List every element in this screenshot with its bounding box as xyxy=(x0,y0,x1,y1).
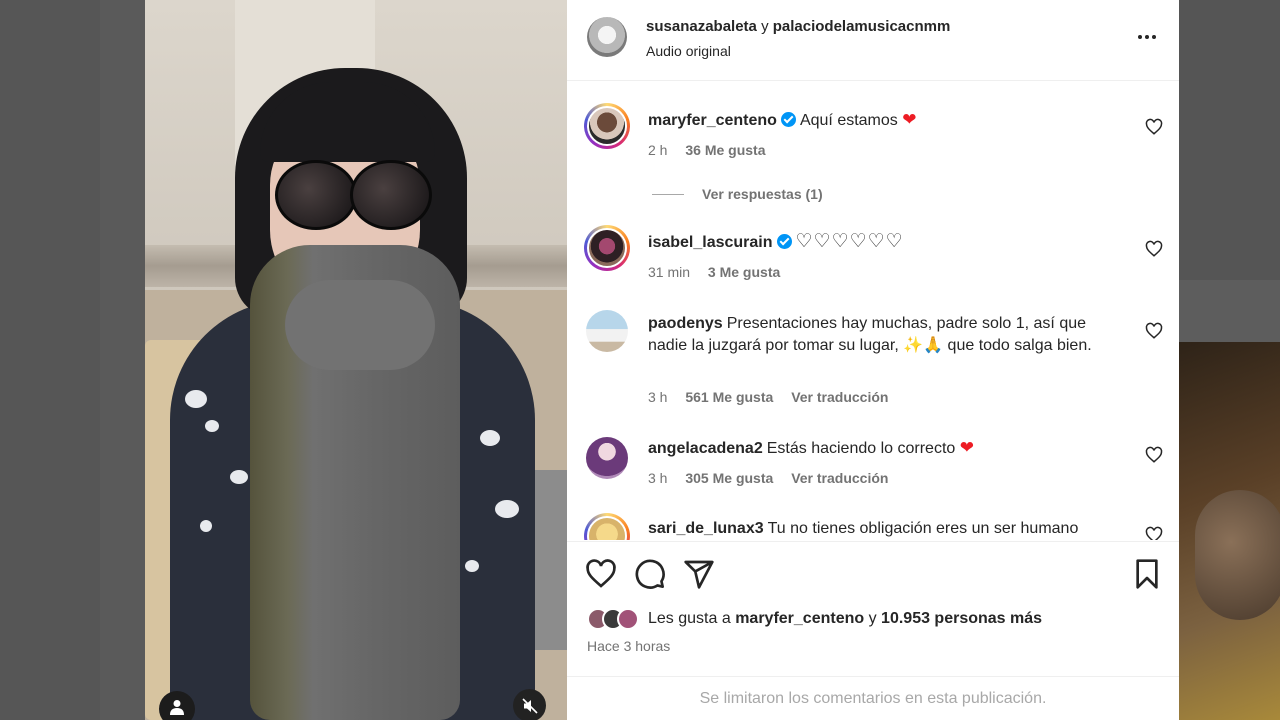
translate-button[interactable]: Ver traducción xyxy=(791,389,888,405)
comment-time: 3 h xyxy=(648,389,668,405)
red-heart-emoji: ❤ xyxy=(959,438,974,457)
view-replies-label: Ver respuestas (1) xyxy=(702,186,823,202)
likes-summary: Les gusta a maryfer_centeno y 10.953 per… xyxy=(587,608,1042,630)
red-heart-emoji: ❤ xyxy=(902,110,917,129)
comment-body: maryfer_centeno Aquí estamos ❤ xyxy=(648,109,1118,132)
audio-link[interactable]: Audio original xyxy=(646,43,731,59)
heart-icon[interactable] xyxy=(1145,526,1163,540)
user-icon xyxy=(170,700,184,715)
comment-avatar[interactable] xyxy=(584,513,630,540)
author-link-2[interactable]: palaciodelamusicacnmm xyxy=(773,18,951,35)
post-header: susanazabaleta y palaciodelamusicacnmm A… xyxy=(567,0,1179,81)
comment-icon[interactable] xyxy=(634,558,666,590)
shirt-splat xyxy=(185,390,207,408)
reel-video[interactable] xyxy=(145,0,567,720)
background-photo-person xyxy=(1195,490,1280,620)
liker-avatar xyxy=(617,608,639,630)
post-authors: susanazabaleta y palaciodelamusicacnmm xyxy=(646,18,950,35)
shirt-splat xyxy=(205,420,219,432)
comment-text: Tu no tienes obligación eres un ser huma… xyxy=(767,520,1079,537)
heart-icon[interactable] xyxy=(1145,118,1163,136)
author-link-1[interactable]: susanazabaleta xyxy=(646,18,757,35)
comment-body: angelacadena2 Estás haciendo lo correcto … xyxy=(648,437,1118,460)
comment-text: Estás haciendo lo correcto xyxy=(766,440,956,457)
verified-icon xyxy=(776,234,792,249)
comment-body: sari_de_lunax3 Tu no tienes obligación er… xyxy=(648,518,1118,540)
more-icon xyxy=(1138,35,1156,39)
post-time: Hace 3 horas xyxy=(587,638,671,654)
heart-icon[interactable] xyxy=(585,558,617,590)
heart-icon[interactable] xyxy=(1145,240,1163,258)
comment-likes[interactable]: 3 Me gusta xyxy=(708,264,780,280)
comment-time: 2 h xyxy=(648,142,668,158)
post-actions: Les gusta a maryfer_centeno y 10.953 per… xyxy=(567,541,1179,676)
more-options-button[interactable] xyxy=(1132,25,1162,49)
sunglasses-left xyxy=(275,160,357,230)
likes-join: y xyxy=(868,610,877,627)
author-avatar[interactable] xyxy=(587,17,627,57)
comment-meta: 2 h 36 Me gusta xyxy=(648,142,780,158)
mute-icon xyxy=(521,697,538,714)
comment-likes[interactable]: 36 Me gusta xyxy=(685,142,765,158)
bookmark-icon[interactable] xyxy=(1131,558,1163,590)
likes-count-link[interactable]: 10.953 personas más xyxy=(881,610,1042,627)
comments-list[interactable]: maryfer_centeno Aquí estamos ❤ 2 h 36 Me … xyxy=(567,82,1179,540)
comment-avatar[interactable] xyxy=(584,225,630,271)
likes-text: Les gusta a maryfer_centeno y 10.953 per… xyxy=(648,610,1042,628)
background-left-column xyxy=(0,0,100,720)
share-icon[interactable] xyxy=(683,558,715,590)
author-joiner: y xyxy=(761,18,769,35)
comment-username[interactable]: isabel_lascurain xyxy=(648,234,773,251)
verified-icon xyxy=(780,112,796,127)
shirt-splat xyxy=(200,520,212,532)
translate-button[interactable]: Ver traducción xyxy=(791,470,888,486)
comment-username[interactable]: sari_de_lunax3 xyxy=(648,520,764,537)
comment-meta: 31 min 3 Me gusta xyxy=(648,264,794,280)
shirt-splat xyxy=(465,560,479,572)
sunglasses-right xyxy=(350,160,432,230)
comment-text: Aquí estamos xyxy=(799,112,898,129)
tagged-users-button[interactable] xyxy=(159,691,195,720)
shirt-splat xyxy=(495,500,519,518)
comment-text: ♡♡♡♡♡♡ xyxy=(795,231,904,252)
comment-body: isabel_lascurain ♡♡♡♡♡♡ xyxy=(648,231,1118,254)
post-panel: susanazabaleta y palaciodelamusicacnmm A… xyxy=(567,0,1179,720)
comment-meta: 3 h 561 Me gusta Ver traducción xyxy=(648,389,902,405)
likes-prefix: Les gusta a xyxy=(648,610,731,627)
background-card xyxy=(1179,280,1280,342)
heart-icon[interactable] xyxy=(1145,446,1163,464)
comment-likes[interactable]: 305 Me gusta xyxy=(685,470,773,486)
likes-user-link[interactable]: maryfer_centeno xyxy=(735,610,864,627)
comment-username[interactable]: maryfer_centeno xyxy=(648,112,777,129)
comment-username[interactable]: angelacadena2 xyxy=(648,440,763,457)
shirt-splat xyxy=(480,430,500,446)
comment-avatar[interactable] xyxy=(584,435,630,481)
shirt-splat xyxy=(230,470,248,484)
video-scarf-knot xyxy=(285,280,435,370)
comment-time: 3 h xyxy=(648,470,668,486)
comment-likes[interactable]: 561 Me gusta xyxy=(685,389,773,405)
comment-body: paodenys Presentaciones hay muchas, padre… xyxy=(648,313,1118,357)
comment-username[interactable]: paodenys xyxy=(648,315,723,332)
view-replies-button[interactable]: Ver respuestas (1) xyxy=(652,186,823,202)
comments-limited-notice: Se limitaron los comentarios en esta pub… xyxy=(567,676,1179,720)
heart-icon[interactable] xyxy=(1145,322,1163,340)
comment-meta: 3 h 305 Me gusta Ver traducción xyxy=(648,470,902,486)
comment-time: 31 min xyxy=(648,264,691,280)
replies-line xyxy=(652,193,684,195)
comment-avatar[interactable] xyxy=(584,103,630,149)
comment-avatar[interactable] xyxy=(584,308,630,354)
mute-button[interactable] xyxy=(513,689,546,720)
